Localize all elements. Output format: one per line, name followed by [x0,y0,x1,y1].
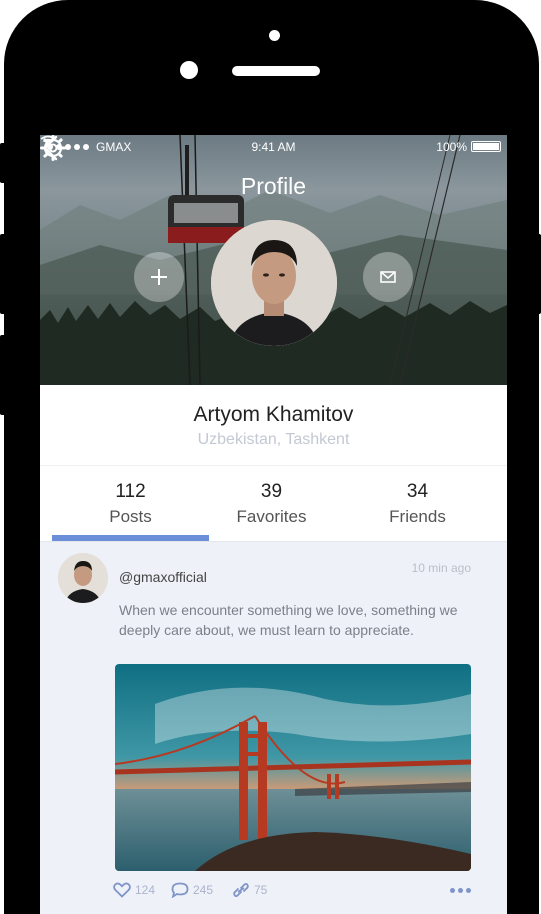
friends-count: 34 [406,481,429,502]
profile-avatar[interactable] [211,220,337,346]
stats-tabs: 112 Posts 39 Favorites 34 Friends [52,481,492,543]
post-author-handle[interactable]: @gmaxofficial [119,569,207,585]
profile-location: Uzbekistan, Tashkent [197,431,350,448]
tab-posts[interactable]: 112 Posts [52,481,209,527]
comment-icon [171,882,189,898]
volume-up-button [0,234,6,314]
more-dots-icon[interactable] [450,888,471,893]
avatar-portrait [58,553,108,603]
post-actions: 124 245 75 [113,882,473,904]
like-count: 124 [135,883,156,897]
phone-frame: GMAX 9:41 AM 100% Profile Artyom Khamito… [4,0,539,914]
divider [40,465,507,466]
favorites-label: Favorites [236,507,307,526]
favorites-count: 39 [260,481,283,502]
mail-icon [380,271,396,283]
page-title: Profile [240,173,307,199]
header-photo: GMAX 9:41 AM 100% Profile [40,135,507,385]
post-feed: @gmaxofficial 10 min ago When we encount… [40,542,507,914]
gear-icon[interactable] [40,135,66,161]
battery-percentage: 100% [436,140,467,154]
volume-down-button [0,335,6,415]
posts-label: Posts [109,507,152,526]
share-button[interactable]: 75 [232,882,267,898]
post-author-avatar[interactable] [58,553,108,603]
front-sensor [269,30,280,41]
mute-switch [0,143,6,183]
comment-button[interactable]: 245 [171,882,213,898]
tab-favorites[interactable]: 39 Favorites [193,481,350,527]
avatar-portrait [211,220,337,346]
app-screen: GMAX 9:41 AM 100% Profile Artyom Khamito… [40,135,507,914]
power-button [535,234,541,314]
profile-name: Artyom Khamitov [193,403,354,426]
post-image[interactable] [115,664,471,871]
post-timestamp: 10 min ago [411,561,471,575]
status-bar: GMAX 9:41 AM 100% [40,135,507,157]
share-count: 75 [254,883,268,897]
golden-gate-bridge-photo [115,664,471,871]
comment-count: 245 [193,883,214,897]
add-friend-button[interactable] [134,252,184,302]
like-button[interactable]: 124 [113,882,155,898]
link-icon [233,882,249,898]
post-text: When we encounter something we love, som… [119,602,458,638]
tab-friends[interactable]: 34 Friends [339,481,496,527]
posts-count: 112 [115,481,146,502]
friends-label: Friends [389,507,446,526]
send-message-button[interactable] [363,252,413,302]
battery-icon [471,141,501,152]
heart-icon [113,882,131,898]
earpiece-speaker [232,66,320,76]
front-camera [180,61,198,79]
